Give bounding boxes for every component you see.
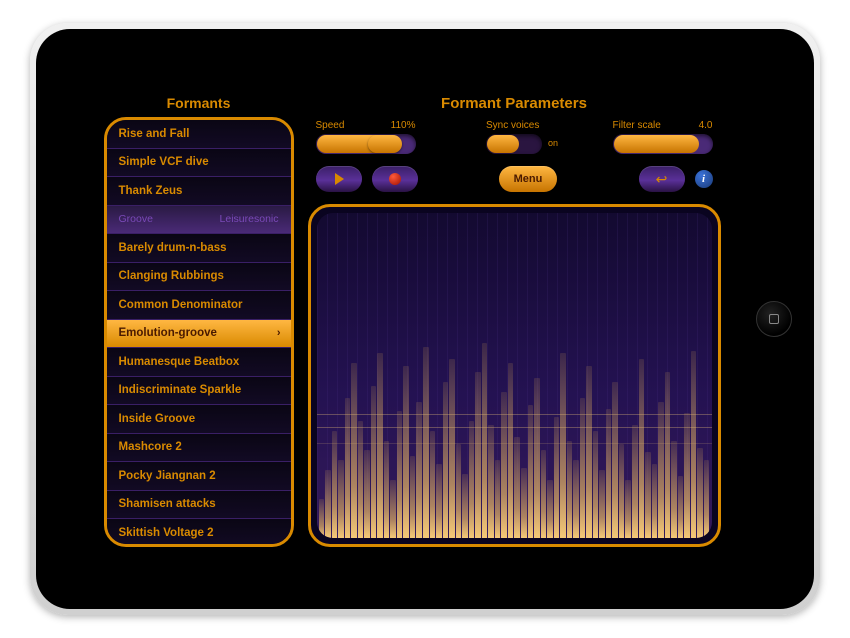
sidebar-title: Formants (104, 95, 294, 111)
speed-group: Speed 110% (316, 120, 416, 154)
list-item[interactable]: Humanesque Beatbox (107, 348, 291, 377)
ipad-frame: Formants Rise and Fall Simple VCF dive Tha… (30, 23, 820, 615)
spectrogram-panel[interactable] (308, 204, 721, 547)
transport-row: Menu ↩ i (308, 166, 721, 204)
list-item[interactable]: Indiscriminate Sparkle (107, 377, 291, 406)
list-item[interactable]: Barely drum-n-bass (107, 234, 291, 263)
list-item[interactable]: Common Denominator (107, 291, 291, 320)
list-item[interactable]: Skittish Voltage 2 (107, 519, 291, 547)
list-item-label: Humanesque Beatbox (119, 356, 240, 368)
list-section-header: Groove Leisuresonic (107, 206, 291, 235)
list-item[interactable]: Emolution-groove › (107, 320, 291, 349)
list-item-label: Barely drum-n-bass (119, 242, 227, 254)
spectrogram (317, 213, 712, 538)
list-item[interactable]: Rise and Fall (107, 120, 291, 149)
list-item-label: Indiscriminate Sparkle (119, 384, 242, 396)
speed-slider-thumb[interactable] (368, 135, 402, 153)
sync-label: Sync voices (486, 120, 539, 131)
list-item[interactable]: Clanging Rubbings (107, 263, 291, 292)
list-item-label: Shamisen attacks (119, 498, 216, 510)
list-item[interactable]: Shamisen attacks (107, 491, 291, 520)
list-item-label: Pocky Jiangnan 2 (119, 470, 216, 482)
formant-list[interactable]: Rise and Fall Simple VCF dive Thank Zeus Gr… (104, 117, 294, 547)
list-item-label: Emolution-groove (119, 327, 217, 339)
sync-group: Sync voices on (486, 120, 542, 154)
screen: Formants Rise and Fall Simple VCF dive Tha… (90, 77, 735, 561)
list-item-label: Clanging Rubbings (119, 270, 224, 282)
ipad-bezel: Formants Rise and Fall Simple VCF dive Tha… (36, 29, 814, 609)
list-item[interactable]: Thank Zeus (107, 177, 291, 206)
list-item-label: Skittish Voltage 2 (119, 527, 214, 539)
speed-value: 110% (391, 120, 416, 131)
list-item-label: Groove (119, 213, 153, 225)
parameter-row: Speed 110% Sync voices (308, 120, 721, 154)
back-button[interactable]: ↩ (639, 166, 685, 192)
sync-toggle-thumb (487, 135, 519, 153)
list-item-label: Inside Groove (119, 413, 196, 425)
play-button[interactable] (316, 166, 362, 192)
main-title: Formant Parameters (308, 95, 721, 112)
list-item[interactable]: Simple VCF dive (107, 149, 291, 178)
filter-value: 4.0 (699, 120, 713, 131)
home-icon (769, 314, 779, 324)
filter-slider-fill (614, 135, 699, 153)
list-item[interactable]: Pocky Jiangnan 2 (107, 462, 291, 491)
record-icon (389, 173, 401, 185)
list-item-label: Mashcore 2 (119, 441, 182, 453)
list-item[interactable]: Inside Groove (107, 405, 291, 434)
info-icon: i (702, 173, 705, 185)
filter-group: Filter scale 4.0 (613, 120, 713, 154)
list-section-author: Leisuresonic (220, 213, 279, 225)
list-item-label: Thank Zeus (119, 185, 183, 197)
speed-label: Speed (316, 120, 345, 131)
list-item-label: Rise and Fall (119, 128, 190, 140)
record-button[interactable] (372, 166, 418, 192)
home-button[interactable] (756, 301, 792, 337)
sync-state: on (548, 138, 558, 148)
filter-label: Filter scale (613, 120, 661, 131)
filter-slider[interactable] (613, 134, 713, 154)
menu-button[interactable]: Menu (499, 166, 557, 192)
sidebar: Formants Rise and Fall Simple VCF dive Tha… (104, 95, 294, 547)
main-panel: Formant Parameters Speed 110% (308, 95, 721, 547)
app: Formants Rise and Fall Simple VCF dive Tha… (90, 77, 735, 561)
chevron-right-icon: › (277, 327, 281, 339)
list-item-label: Common Denominator (119, 299, 243, 311)
play-icon (335, 173, 344, 185)
info-button[interactable]: i (695, 170, 713, 188)
list-item-label: Simple VCF dive (119, 156, 209, 168)
back-icon: ↩ (656, 171, 668, 188)
sync-toggle[interactable] (486, 134, 542, 154)
list-item[interactable]: Mashcore 2 (107, 434, 291, 463)
speed-slider[interactable] (316, 134, 416, 154)
